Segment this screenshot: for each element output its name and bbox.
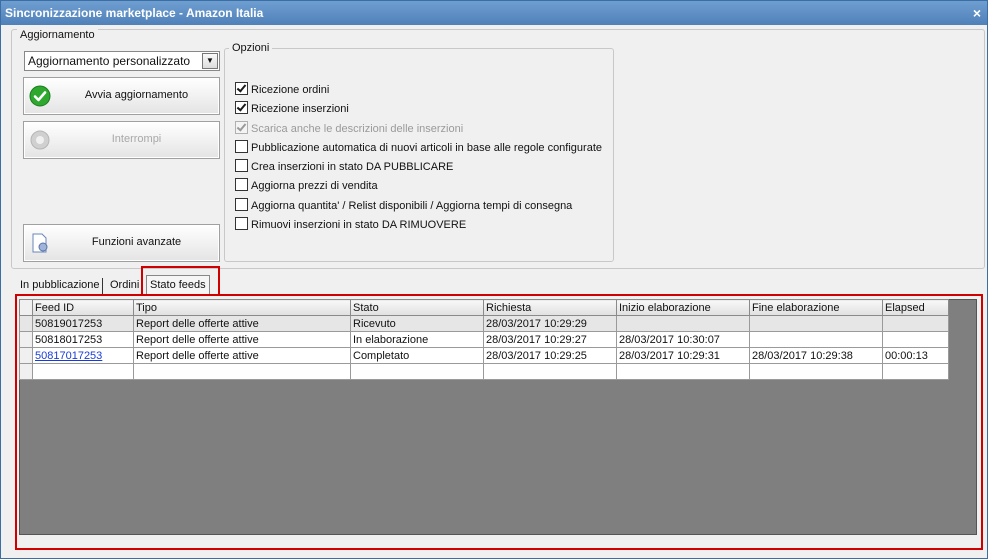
aggiornamento-group: Aggiornamento Aggiornamento personalizza… [11,29,985,269]
option-row[interactable]: Ricezione ordini [235,82,329,96]
title-bar: Sincronizzazione marketplace - Amazon It… [1,1,987,25]
tab-highlight-box [141,266,220,296]
option-label: Pubblicazione automatica di nuovi artico… [251,142,602,154]
option-label: Aggiorna prezzi di vendita [251,180,378,192]
chevron-down-icon[interactable]: ▼ [202,53,218,69]
avvia-aggiornamento-label: Avvia aggiornamento [84,89,189,101]
option-label: Scarica anche le descrizioni delle inser… [251,123,464,135]
avvia-aggiornamento-button[interactable]: Avvia aggiornamento [23,77,220,115]
funzioni-avanzate-button[interactable]: Funzioni avanzate [23,224,220,262]
option-checkbox[interactable] [235,101,248,114]
aggiornamento-label: Aggiornamento [17,29,98,41]
option-checkbox [235,121,248,134]
option-label: Rimuovi inserzioni in stato DA RIMUOVERE [251,219,467,231]
sync-window: Sincronizzazione marketplace - Amazon It… [0,0,988,559]
close-icon[interactable]: × [973,5,981,21]
option-checkbox[interactable] [235,198,248,211]
option-checkbox[interactable] [235,217,248,230]
option-checkbox[interactable] [235,178,248,191]
update-type-value: Aggiornamento personalizzato [28,54,191,68]
tab-divider [102,278,103,294]
funzioni-avanzate-label: Funzioni avanzate [91,236,182,248]
option-label: Crea inserzioni in stato DA PUBBLICARE [251,161,454,173]
tab-ordini[interactable]: Ordini [107,276,142,294]
interrompi-button[interactable]: Interrompi [23,121,220,159]
option-label: Ricezione inserzioni [251,103,349,115]
update-type-select[interactable]: Aggiornamento personalizzato ▼ [24,51,220,71]
option-label: Aggiorna quantita' / Relist disponibili … [251,200,573,212]
option-row[interactable]: Pubblicazione automatica di nuovi artico… [235,140,602,154]
option-checkbox[interactable] [235,82,248,95]
option-row[interactable]: Crea inserzioni in stato DA PUBBLICARE [235,159,453,173]
tab-in-pubblicazione[interactable]: In pubblicazione [17,276,103,294]
option-checkbox[interactable] [235,140,248,153]
option-row[interactable]: Aggiorna quantita' / Relist disponibili … [235,198,572,212]
option-row: Scarica anche le descrizioni delle inser… [235,121,463,135]
grid-highlight-box [15,294,983,550]
option-row[interactable]: Aggiorna prezzi di vendita [235,178,378,192]
window-title: Sincronizzazione marketplace - Amazon It… [5,6,264,20]
option-row[interactable]: Ricezione inserzioni [235,101,349,115]
option-label: Ricezione ordini [251,84,330,96]
option-checkbox[interactable] [235,159,248,172]
interrompi-label: Interrompi [111,133,162,145]
option-row[interactable]: Rimuovi inserzioni in stato DA RIMUOVERE [235,217,466,231]
opzioni-group: Opzioni Ricezione ordini Ricezione inserz… [224,42,614,262]
opzioni-label: Opzioni [229,42,273,54]
